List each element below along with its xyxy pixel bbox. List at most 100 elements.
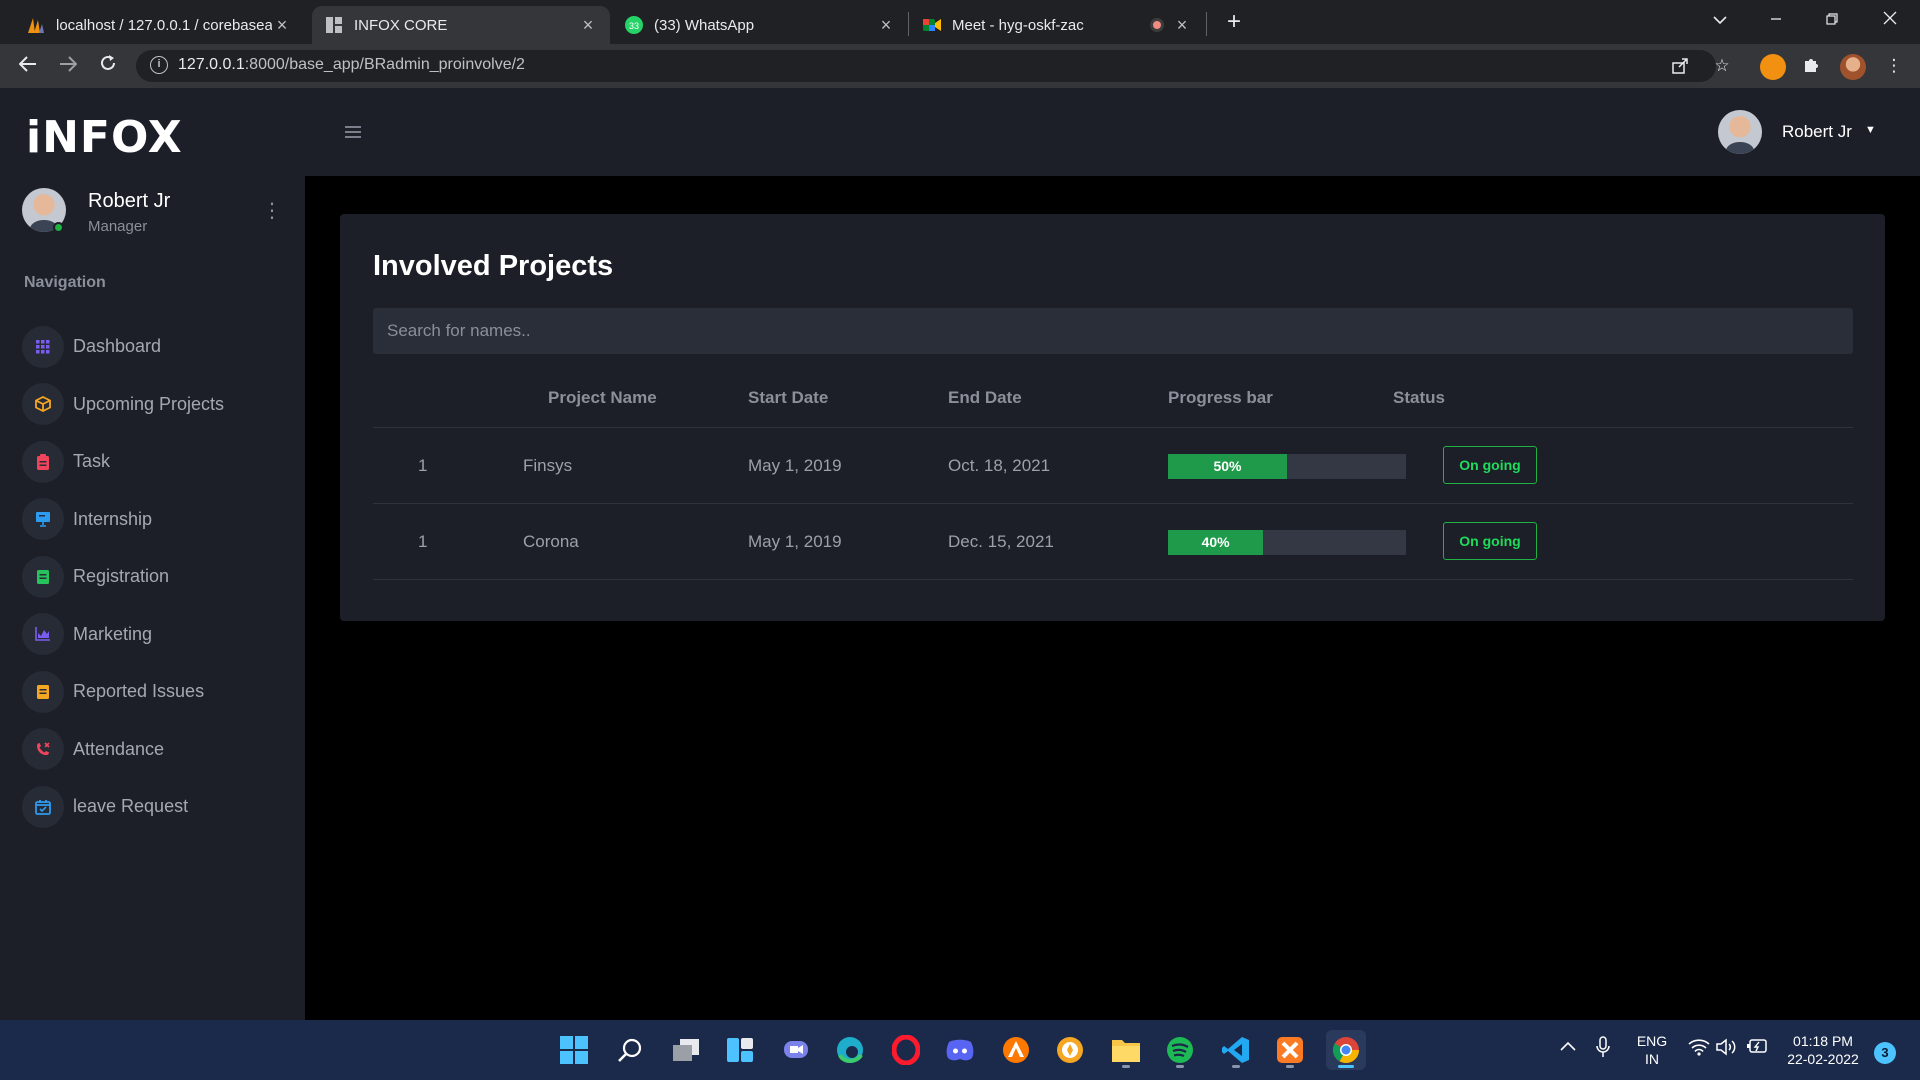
hamburger-menu-icon[interactable] (341, 120, 365, 144)
brave-icon[interactable] (1050, 1030, 1090, 1070)
table-row: 1 Corona May 1, 2019 Dec. 15, 2021 40% O… (373, 504, 1853, 580)
language-code: ENG (1636, 1033, 1668, 1049)
progress-bar: 50% (1168, 454, 1406, 479)
opera-icon[interactable] (886, 1030, 926, 1070)
sidebar-item-registration[interactable]: Registration (22, 548, 282, 606)
close-tab-icon[interactable]: × (272, 15, 292, 36)
sidebar-item-label: Reported Issues (73, 681, 205, 702)
form-icon (22, 555, 64, 598)
spotify-icon[interactable] (1160, 1030, 1200, 1070)
row-number: 1 (418, 456, 428, 475)
close-tab-icon[interactable]: × (578, 15, 598, 36)
chevron-down-icon[interactable]: ▼ (1865, 124, 1876, 136)
teams-chat-icon[interactable] (776, 1030, 816, 1070)
tab-whatsapp[interactable]: 33 (33) WhatsApp × (612, 6, 908, 44)
volume-icon[interactable] (1716, 1038, 1738, 1061)
search-input[interactable] (373, 308, 1853, 354)
progress-bar-fill: 40% (1168, 530, 1264, 555)
running-indicator (1176, 1065, 1184, 1068)
chevron-up-icon[interactable] (1560, 1038, 1576, 1056)
chrome-menu-icon[interactable]: ⋮ (1884, 56, 1904, 76)
microphone-icon[interactable] (1596, 1036, 1610, 1063)
input-language[interactable]: ENG IN (1630, 1032, 1674, 1068)
avast-icon[interactable] (996, 1030, 1036, 1070)
sidebar-item-upcoming-projects[interactable]: Upcoming Projects (22, 376, 282, 434)
sidebar-item-label: Registration (73, 566, 170, 587)
sidebar-item-label: leave Request (73, 796, 189, 817)
extensions-puzzle-icon[interactable] (1802, 56, 1822, 76)
restore-icon[interactable] (1812, 6, 1852, 36)
tab-title: INFOX CORE (354, 16, 448, 34)
tab-phpmyadmin[interactable]: localhost / 127.0.0.1 / corebaseap × (14, 6, 304, 44)
url-text: 127.0.0.1:8000/base_app/BRadmin_proinvol… (178, 56, 525, 73)
column-header-status: Status (1393, 388, 1445, 407)
grid-icon (22, 325, 64, 368)
tab-search-icon[interactable] (1700, 6, 1740, 36)
table-header: Project Name Start Date End Date Progres… (373, 368, 1853, 428)
tab-meet[interactable]: Meet - hyg-oskf-zac × (910, 6, 1204, 44)
clock-date: 22-02-2022 (1787, 1051, 1859, 1067)
widgets-icon[interactable] (720, 1030, 760, 1070)
site-info-icon[interactable]: i (150, 56, 168, 74)
brand-logo[interactable]: iNFOX (26, 112, 183, 163)
region-code: IN (1645, 1051, 1659, 1067)
edge-browser-icon[interactable] (830, 1030, 870, 1070)
profile-avatar[interactable] (1840, 54, 1866, 80)
svg-text:33: 33 (629, 21, 639, 31)
projects-card: Involved Projects Project Name Start Dat… (340, 214, 1885, 621)
sidebar-user: Robert Jr Manager ⋮ (22, 188, 282, 238)
reload-icon[interactable] (94, 52, 122, 80)
sidebar-item-attendance[interactable]: Attendance (22, 721, 282, 779)
recording-icon (1150, 18, 1164, 32)
discord-icon[interactable] (940, 1030, 980, 1070)
column-header-progress: Progress bar (1168, 388, 1273, 407)
chrome-icon[interactable] (1326, 1030, 1366, 1070)
search-icon[interactable] (610, 1030, 650, 1070)
sidebar-item-reported-issues[interactable]: Reported Issues (22, 663, 282, 721)
sidebar-item-leave-request[interactable]: leave Request (22, 778, 282, 836)
status-badge[interactable]: On going (1443, 522, 1537, 560)
notification-badge[interactable]: 3 (1874, 1042, 1896, 1064)
close-window-icon[interactable] (1870, 6, 1910, 36)
status-badge[interactable]: On going (1443, 446, 1537, 484)
end-date: Dec. 15, 2021 (948, 532, 1054, 551)
new-tab-button[interactable]: + (1220, 8, 1248, 36)
header-user-name[interactable]: Robert Jr (1782, 122, 1852, 142)
tab-title: (33) WhatsApp (654, 16, 755, 34)
forward-icon[interactable] (54, 52, 82, 80)
close-tab-icon[interactable]: × (1172, 15, 1192, 36)
clock-time: 01:18 PM (1793, 1033, 1853, 1049)
sidebar-item-task[interactable]: Task (22, 433, 282, 491)
vscode-icon[interactable] (1216, 1030, 1256, 1070)
task-view-icon[interactable] (666, 1030, 706, 1070)
sidebar: iNFOX Robert Jr Manager ⋮ Navigation Das… (0, 88, 305, 1020)
clock[interactable]: 01:18 PM 22-02-2022 (1780, 1032, 1866, 1068)
taskbar: ENG IN 01:18 PM 22-02-2022 3 (0, 1020, 1920, 1080)
tab-infox-core[interactable]: INFOX CORE × (312, 6, 610, 44)
sidebar-item-internship[interactable]: Internship (22, 491, 282, 549)
back-icon[interactable] (14, 52, 42, 80)
row-number: 1 (418, 532, 428, 551)
xampp-icon[interactable] (1270, 1030, 1310, 1070)
battery-icon[interactable] (1746, 1038, 1768, 1059)
minimize-icon[interactable] (1756, 6, 1796, 36)
column-header-start-date: Start Date (748, 388, 829, 407)
extension-badge-icon[interactable] (1760, 54, 1786, 80)
header-avatar[interactable] (1718, 110, 1762, 154)
page-icon (324, 15, 344, 35)
bookmark-star-icon[interactable]: ☆ (1712, 56, 1732, 76)
windows-start-icon[interactable] (554, 1030, 594, 1070)
column-header-project-name: Project Name (548, 388, 657, 407)
share-icon[interactable] (1670, 57, 1690, 77)
progress-bar: 40% (1168, 530, 1406, 555)
clipboard-icon (22, 440, 64, 483)
table-row: 1 Finsys May 1, 2019 Oct. 18, 2021 50% O… (373, 428, 1853, 504)
sidebar-item-marketing[interactable]: Marketing (22, 606, 282, 664)
more-options-icon[interactable]: ⋮ (262, 198, 282, 224)
address-bar[interactable]: i 127.0.0.1:8000/base_app/BRadmin_proinv… (136, 50, 1716, 82)
wifi-icon[interactable] (1688, 1038, 1710, 1061)
start-date: May 1, 2019 (748, 532, 842, 551)
close-tab-icon[interactable]: × (876, 15, 896, 36)
sidebar-item-dashboard[interactable]: Dashboard (22, 318, 282, 376)
file-explorer-icon[interactable] (1106, 1030, 1146, 1070)
